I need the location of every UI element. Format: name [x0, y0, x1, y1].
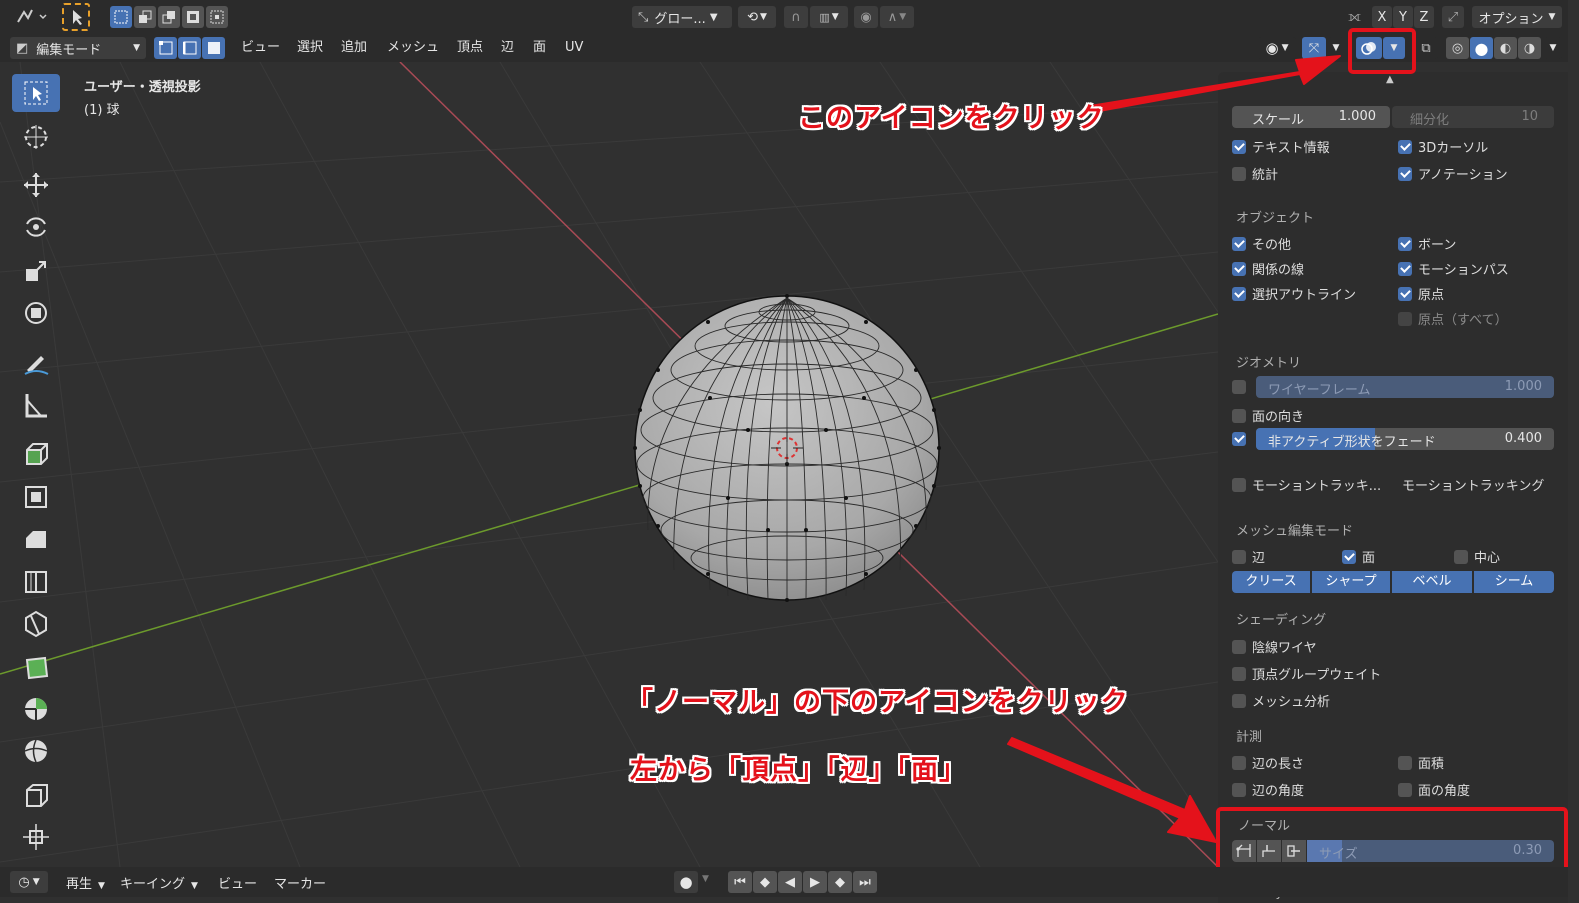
arrow-to-normal-icons [1007, 737, 1217, 843]
record-icon: ● [679, 873, 693, 891]
keying-menu[interactable]: キーイング ▼ [120, 873, 198, 892]
annotation-click-icon: このアイコンをクリック [798, 103, 1105, 134]
playback-label: 再生 [66, 877, 93, 892]
auto-keying-dropdown[interactable]: ▼ [702, 874, 709, 884]
clock-icon: ◷ [18, 874, 30, 890]
timeline-view-menu[interactable]: ビュー [218, 873, 257, 892]
play-reverse-icon: ◀ [785, 874, 795, 890]
auto-keying-toggle[interactable]: ● [674, 871, 698, 893]
next-keyframe-button[interactable]: ◆ [828, 871, 852, 893]
jump-end-button[interactable]: ⏭ [853, 871, 877, 893]
play-icon: ▶ [810, 874, 820, 890]
arrow-to-overlay-icon [1089, 55, 1341, 113]
prev-keyframe-button[interactable]: ◆ [753, 871, 777, 893]
annotation-order-from-left: 左から「頂点」「辺」「面」 [630, 755, 967, 786]
keying-label: キーイング [120, 877, 186, 892]
timeline-editor-type-dropdown[interactable]: ◷ ▼ [10, 871, 48, 893]
chevron-down-icon: ▼ [98, 881, 105, 891]
play-reverse-button[interactable]: ◀ [778, 871, 802, 893]
prev-keyframe-icon: ◆ [760, 874, 770, 890]
chevron-down-icon: ▼ [191, 881, 198, 891]
play-button[interactable]: ▶ [803, 871, 827, 893]
jump-start-icon: ⏮ [734, 874, 746, 890]
annotation-click-below-normal: 「ノーマル」の下のアイコンをクリック [626, 687, 1129, 718]
marker-menu[interactable]: マーカー [274, 873, 326, 892]
jump-end-icon: ⏭ [859, 874, 871, 890]
jump-start-button[interactable]: ⏮ [728, 871, 752, 893]
chevron-down-icon: ▼ [32, 877, 40, 887]
playback-menu[interactable]: 再生 ▼ [66, 873, 105, 892]
next-keyframe-icon: ◆ [835, 874, 845, 890]
